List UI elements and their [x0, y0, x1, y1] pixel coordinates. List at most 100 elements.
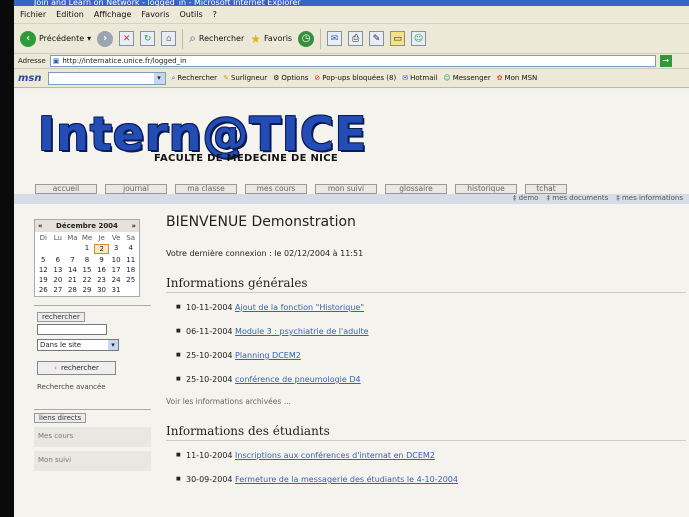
calendar-day[interactable]: 1	[80, 244, 95, 254]
calendar-day[interactable]: 22	[80, 276, 95, 284]
calendar-day[interactable]: 11	[123, 256, 138, 264]
menu-favoris[interactable]: Favoris	[141, 10, 169, 19]
calendar-day[interactable]: 24	[109, 276, 124, 284]
hotmail-button[interactable]: ✉ Hotmail	[402, 74, 437, 82]
archive-link[interactable]: Voir les informations archivées ...	[166, 397, 686, 406]
calendar-day[interactable]: 7	[65, 256, 80, 264]
calendar-day[interactable]: 12	[36, 266, 51, 274]
list-item: 25-10-2004 conférence de pneumologie D4	[176, 375, 686, 384]
msn-logo[interactable]: msn	[18, 73, 42, 84]
news-link[interactable]: Ajout de la fonction "Historique"	[235, 303, 364, 312]
menu-outils[interactable]: Outils	[180, 10, 203, 19]
tab-tchat[interactable]: tchat	[525, 184, 567, 194]
menu-edition[interactable]: Edition	[56, 10, 84, 19]
address-input[interactable]: ▣ http://internatice.unice.fr/logged_in	[49, 55, 656, 67]
chevron-down-icon[interactable]: ▾	[87, 34, 91, 43]
calendar-day[interactable]: 29	[80, 286, 95, 294]
calendar-day[interactable]: 25	[123, 276, 138, 284]
calendar-day[interactable]: 20	[51, 276, 66, 284]
general-info-title: Informations générales	[166, 276, 686, 293]
home-icon[interactable]: ⌂	[161, 31, 177, 46]
stop-icon[interactable]: ✕	[119, 31, 135, 46]
menu-affichage[interactable]: Affichage	[94, 10, 132, 19]
site-search-button[interactable]: › rechercher	[37, 361, 116, 375]
site-logo[interactable]: Intern@TICE	[38, 109, 367, 159]
back-label: Précédente	[39, 34, 85, 43]
back-button[interactable]: ‹ Précédente ▾	[20, 30, 91, 47]
msn-search-input[interactable]	[47, 71, 166, 85]
calendar-day[interactable]: 10	[109, 256, 124, 264]
messenger-icon[interactable]: ☺	[411, 31, 427, 46]
highlight-button[interactable]: ✎ Surligneur	[223, 74, 267, 82]
calendar-day[interactable]: 5	[36, 256, 51, 264]
calendar-day[interactable]: 3	[109, 244, 124, 254]
calendar-day[interactable]: 9	[94, 256, 109, 264]
calendar-day[interactable]: 30	[94, 286, 109, 294]
advanced-search-link[interactable]: Recherche avancée	[37, 383, 148, 391]
folder-icon[interactable]: ▭	[390, 31, 406, 46]
calendar-day[interactable]: 16	[94, 266, 109, 274]
subnav-demo[interactable]: ‡ demo	[513, 194, 539, 204]
site-search-input[interactable]	[37, 324, 107, 335]
mymsn-button[interactable]: ✿ Mon MSN	[497, 74, 538, 82]
search-scope-select[interactable]: Dans le site	[37, 339, 119, 351]
options-button[interactable]: ⚙ Options	[273, 74, 308, 82]
msn-search-button[interactable]: ⌕ Rechercher	[172, 74, 218, 83]
mail-icon[interactable]: ✉	[327, 31, 343, 46]
go-button[interactable]: →	[659, 55, 672, 67]
calendar-day[interactable]: 19	[36, 276, 51, 284]
calendar-day[interactable]: 31	[109, 286, 124, 294]
news-link[interactable]: Module 3 : psychiatrie de l'adulte	[235, 327, 369, 336]
news-link[interactable]: conférence de pneumologie D4	[235, 375, 361, 384]
calendar-day[interactable]: 26	[36, 286, 51, 294]
search-button[interactable]: ⌕ Rechercher	[189, 31, 244, 46]
calendar-day[interactable]: 6	[51, 256, 66, 264]
news-link[interactable]: Fermeture de la messagerie des étudiants…	[235, 475, 458, 484]
tab-historique[interactable]: historique	[455, 184, 517, 194]
calendar-day[interactable]: 14	[65, 266, 80, 274]
popups-label: Pop-ups bloquées (8)	[322, 74, 397, 82]
edit-icon[interactable]: ✎	[369, 31, 385, 46]
calendar-day	[36, 244, 51, 254]
calendar-day[interactable]: 23	[94, 276, 109, 284]
menu-help[interactable]: ?	[213, 10, 217, 19]
print-icon[interactable]: ⎙	[348, 31, 364, 46]
tab-accueil[interactable]: accueil	[35, 184, 97, 194]
calendar-dow: Lu	[53, 234, 62, 242]
forward-button[interactable]: ›	[97, 30, 114, 47]
popups-button[interactable]: ⊘ Pop-ups bloquées (8)	[314, 74, 396, 82]
refresh-icon[interactable]: ↻	[140, 31, 156, 46]
calendar-day[interactable]: 27	[51, 286, 66, 294]
calendar-day[interactable]: 15	[80, 266, 95, 274]
calendar-day[interactable]: 13	[51, 266, 66, 274]
direct-link-mes-cours[interactable]: Mes cours	[34, 427, 151, 447]
calendar-day[interactable]: 2	[94, 244, 109, 254]
subnav-documents[interactable]: ‡ mes documents	[547, 194, 609, 204]
tab-mon-suivi[interactable]: mon suivi	[315, 184, 377, 194]
news-link[interactable]: Inscriptions aux conférences d'internat …	[235, 451, 435, 460]
calendar-day[interactable]: 4	[123, 244, 138, 254]
calendar-day	[65, 244, 80, 254]
star-icon: ★	[250, 31, 261, 46]
toolbar: ‹ Précédente ▾ › ✕ ↻ ⌂ ⌕ Rechercher ★ Fa…	[14, 24, 689, 54]
calendar-day[interactable]: 17	[109, 266, 124, 274]
calendar-day[interactable]: 8	[80, 256, 95, 264]
tab-glossaire[interactable]: glossaire	[385, 184, 447, 194]
subnav-informations[interactable]: ‡ mes informations	[616, 194, 683, 204]
favorites-button[interactable]: ★ Favoris	[250, 32, 292, 46]
back-arrow-icon: ‹	[20, 30, 36, 47]
calendar-day[interactable]: 21	[65, 276, 80, 284]
news-link[interactable]: Planning DCEM2	[235, 351, 301, 360]
tab-journal[interactable]: journal	[105, 184, 167, 194]
calendar-prev[interactable]: «	[38, 222, 43, 230]
calendar-next[interactable]: »	[131, 222, 136, 230]
calendar-day[interactable]: 28	[65, 286, 80, 294]
tab-mes-cours[interactable]: mes cours	[245, 184, 307, 194]
tab-ma-classe[interactable]: ma classe	[175, 184, 237, 194]
messenger-button[interactable]: ☺ Messenger	[443, 74, 490, 82]
direct-link-mon-suivi[interactable]: Mon suivi	[34, 451, 151, 471]
search-panel-title: rechercher	[37, 312, 85, 322]
menu-fichier[interactable]: Fichier	[20, 10, 46, 19]
history-icon[interactable]: ◷	[298, 30, 315, 47]
calendar-day[interactable]: 18	[123, 266, 138, 274]
